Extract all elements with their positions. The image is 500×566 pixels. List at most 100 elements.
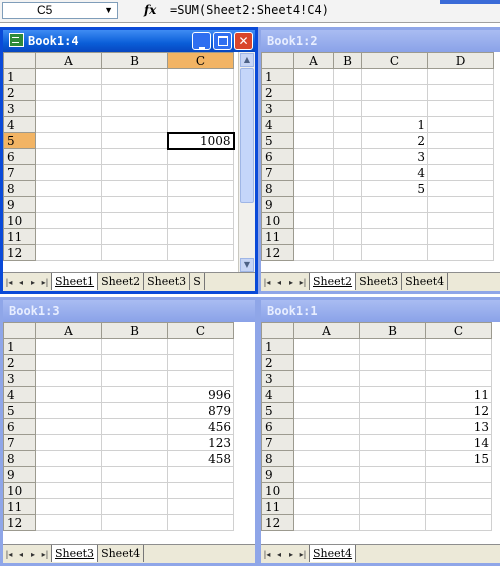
cell-b7[interactable]: [101, 434, 168, 451]
row-header-8[interactable]: 8: [261, 180, 294, 197]
worksheet-grid[interactable]: A B C 1 2 3 4 996 5 879 6 456 7 123 8 458 9 10 11 12: [3, 322, 255, 545]
cell-d9[interactable]: [427, 196, 494, 213]
workbook-window-book1-1[interactable]: Book1:1 A B C 1 2 3 4 11 5 12 6 13 7 14 8 15 9 10 11 12 |◂ ◂…: [258, 297, 500, 566]
row-header-6[interactable]: 6: [261, 148, 294, 165]
column-header-c[interactable]: C: [425, 322, 492, 339]
cell-a7[interactable]: [293, 164, 334, 181]
cell-b9[interactable]: [359, 466, 426, 483]
worksheet-grid[interactable]: A B C 1 2 3 4 5 1008 6 7 8 9 10 11 12: [3, 52, 239, 273]
cell-c7[interactable]: 4: [361, 164, 428, 181]
cell-a8[interactable]: [293, 180, 334, 197]
first-sheet-icon[interactable]: |◂: [261, 546, 273, 563]
cell-a4[interactable]: [35, 116, 102, 133]
cell-b8[interactable]: [101, 180, 168, 197]
row-header-11[interactable]: 11: [261, 228, 294, 245]
column-header-a[interactable]: A: [35, 52, 102, 69]
row-header-7[interactable]: 7: [261, 434, 294, 451]
row-header-12[interactable]: 12: [261, 244, 294, 261]
row-header-3[interactable]: 3: [261, 370, 294, 387]
cell-a7[interactable]: [35, 164, 102, 181]
row-header-3[interactable]: 3: [3, 370, 36, 387]
row-header-6[interactable]: 6: [3, 148, 36, 165]
cell-b12[interactable]: [359, 514, 426, 531]
next-sheet-icon[interactable]: ▸: [285, 546, 297, 563]
cell-a12[interactable]: [293, 244, 334, 261]
cell-b5[interactable]: [333, 132, 362, 149]
cell-c5[interactable]: 2: [361, 132, 428, 149]
cell-c7[interactable]: 123: [167, 434, 234, 451]
cell-a2[interactable]: [293, 84, 334, 101]
cell-a8[interactable]: [293, 450, 360, 467]
cell-a12[interactable]: [35, 514, 102, 531]
cell-c9[interactable]: [167, 466, 234, 483]
prev-sheet-icon[interactable]: ◂: [273, 274, 285, 291]
cell-a11[interactable]: [293, 498, 360, 515]
row-header-3[interactable]: 3: [261, 100, 294, 117]
column-header-a[interactable]: A: [293, 52, 334, 69]
column-header-b[interactable]: B: [359, 322, 426, 339]
column-header-a[interactable]: A: [35, 322, 102, 339]
column-header-c[interactable]: C: [361, 52, 428, 69]
cell-b7[interactable]: [101, 164, 168, 181]
cell-b4[interactable]: [101, 386, 168, 403]
window-title-bar[interactable]: Book1:2: [261, 30, 500, 52]
cell-c4[interactable]: 996: [167, 386, 234, 403]
cell-c11[interactable]: [167, 228, 234, 245]
select-all-corner[interactable]: [261, 52, 294, 69]
row-header-7[interactable]: 7: [261, 164, 294, 181]
cell-c3[interactable]: [167, 100, 234, 117]
row-header-12[interactable]: 12: [261, 514, 294, 531]
column-header-c[interactable]: C: [167, 322, 234, 339]
cell-a10[interactable]: [35, 212, 102, 229]
cell-b11[interactable]: [333, 228, 362, 245]
cell-a9[interactable]: [293, 196, 334, 213]
cell-a7[interactable]: [293, 434, 360, 451]
cell-d10[interactable]: [427, 212, 494, 229]
last-sheet-icon[interactable]: ▸|: [297, 274, 309, 291]
row-header-12[interactable]: 12: [3, 514, 36, 531]
chevron-down-icon[interactable]: ▼: [104, 3, 113, 18]
cell-b4[interactable]: [359, 386, 426, 403]
next-sheet-icon[interactable]: ▸: [27, 274, 39, 291]
cell-a1[interactable]: [293, 338, 360, 355]
cell-a2[interactable]: [35, 354, 102, 371]
cell-a10[interactable]: [35, 482, 102, 499]
next-sheet-icon[interactable]: ▸: [285, 274, 297, 291]
first-sheet-icon[interactable]: |◂: [3, 274, 15, 291]
prev-sheet-icon[interactable]: ◂: [273, 546, 285, 563]
row-header-4[interactable]: 4: [261, 386, 294, 403]
cell-b8[interactable]: [359, 450, 426, 467]
cell-b3[interactable]: [333, 100, 362, 117]
scroll-up-icon[interactable]: ▲: [240, 53, 254, 67]
cell-b2[interactable]: [101, 84, 168, 101]
cell-a6[interactable]: [35, 148, 102, 165]
row-header-10[interactable]: 10: [261, 212, 294, 229]
close-button[interactable]: ✕: [234, 32, 253, 50]
row-header-1[interactable]: 1: [261, 68, 294, 85]
cell-a6[interactable]: [293, 148, 334, 165]
cell-c9[interactable]: [425, 466, 492, 483]
sheet-tab-sheet3[interactable]: Sheet3: [51, 545, 99, 562]
cell-a12[interactable]: [35, 244, 102, 261]
cell-c6[interactable]: 13: [425, 418, 492, 435]
scroll-thumb[interactable]: [240, 68, 254, 203]
scroll-down-icon[interactable]: ▼: [240, 258, 254, 272]
last-sheet-icon[interactable]: ▸|: [39, 546, 51, 563]
row-header-5[interactable]: 5: [261, 402, 294, 419]
cell-c6[interactable]: 3: [361, 148, 428, 165]
cell-b9[interactable]: [333, 196, 362, 213]
cell-b1[interactable]: [101, 338, 168, 355]
cell-c8[interactable]: 15: [425, 450, 492, 467]
cell-b10[interactable]: [359, 482, 426, 499]
first-sheet-icon[interactable]: |◂: [3, 546, 15, 563]
worksheet-grid[interactable]: A B C D 1 2 3 4 1 5 2 6 3 7 4 8 5 9 10 11 12: [261, 52, 500, 273]
cell-c2[interactable]: [167, 84, 234, 101]
row-header-11[interactable]: 11: [3, 228, 36, 245]
cell-c10[interactable]: [167, 212, 234, 229]
cell-c5[interactable]: 12: [425, 402, 492, 419]
cell-c4[interactable]: [167, 116, 234, 133]
row-header-5[interactable]: 5: [261, 132, 294, 149]
cell-d4[interactable]: [427, 116, 494, 133]
cell-b5[interactable]: [359, 402, 426, 419]
cell-c7[interactable]: 14: [425, 434, 492, 451]
